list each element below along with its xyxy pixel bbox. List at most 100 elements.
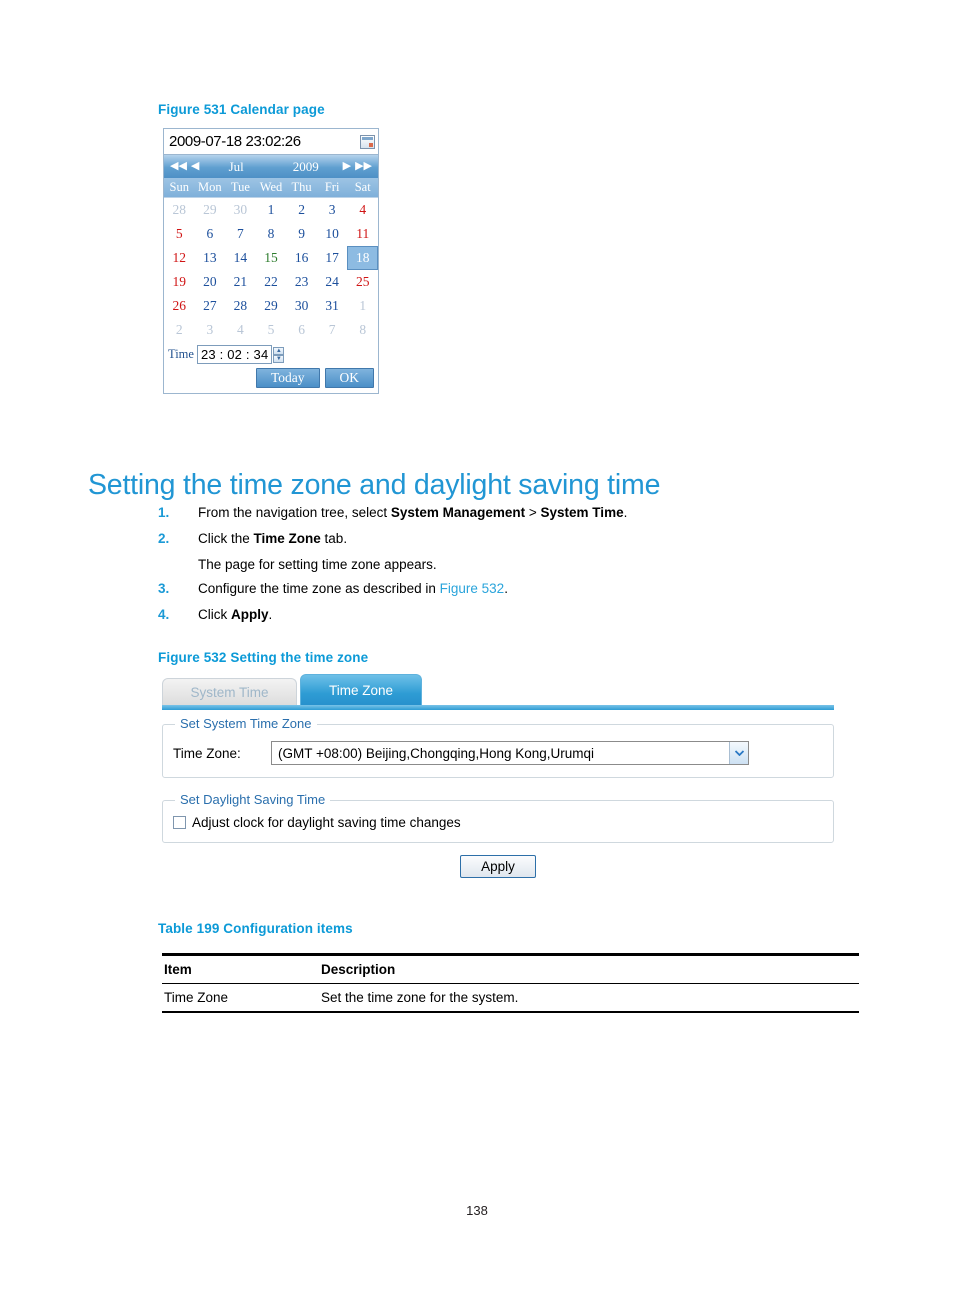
step-text-run: Click	[198, 606, 231, 622]
calendar-day-cell[interactable]: 27	[195, 294, 226, 318]
calendar-day-cell[interactable]: 11	[347, 222, 378, 246]
weekday-wed: Wed	[259, 180, 283, 194]
calendar-day-cell[interactable]: 30	[286, 294, 317, 318]
ok-button[interactable]: OK	[324, 368, 374, 388]
calendar-day-cell[interactable]: 13	[195, 246, 226, 270]
chevron-down-icon[interactable]	[729, 742, 748, 764]
step-text-run: From the navigation tree, select	[198, 505, 391, 520]
calendar-day-cell[interactable]: 14	[225, 246, 256, 270]
time-spinner[interactable]: ▲ ▼	[273, 346, 285, 363]
calendar-day-cell[interactable]: 2	[286, 198, 317, 222]
calendar-day-cell[interactable]: 4	[225, 318, 256, 342]
step-body: Click the Time Zone tab.	[198, 531, 347, 548]
calendar-day-cell[interactable]: 28	[164, 198, 195, 222]
calendar-day-cell[interactable]: 5	[256, 318, 287, 342]
calendar-day-cell[interactable]: 3	[317, 198, 348, 222]
calendar-day-cell[interactable]: 8	[256, 222, 287, 246]
next-year-icon[interactable]: ▶▶	[353, 161, 374, 172]
table-header-row: Item Description	[162, 953, 859, 984]
calendar-day-cell[interactable]: 29	[256, 294, 287, 318]
calendar-day-cell[interactable]: 8	[347, 318, 378, 342]
time-zone-select[interactable]: (GMT +08:00) Beijing,Chongqing,Hong Kong…	[271, 741, 749, 765]
spinner-down-icon[interactable]: ▼	[273, 354, 285, 363]
tab-time-zone[interactable]: Time Zone	[300, 674, 422, 706]
prev-month-icon[interactable]: ◀	[189, 161, 201, 172]
calendar-month-label[interactable]: Jul	[201, 159, 271, 175]
datetime-input[interactable]: 2009-07-18 23:02:26	[167, 133, 360, 150]
set-system-time-zone-fieldset: Set System Time Zone Time Zone: (GMT +08…	[162, 716, 834, 778]
calendar-day-cell[interactable]: 15	[256, 246, 287, 270]
step-emphasis: Time Zone	[253, 530, 321, 546]
time-zone-label: Time Zone:	[173, 745, 241, 761]
step-body: From the navigation tree, select System …	[198, 505, 627, 522]
step-text-run: .	[504, 580, 508, 596]
apply-button[interactable]: Apply	[460, 855, 536, 878]
calendar-day-cell[interactable]: 26	[164, 294, 195, 318]
step-text-run: >	[525, 505, 541, 520]
time-zone-config-panel: System Time Time Zone Set System Time Zo…	[162, 674, 834, 878]
page-title: Setting the time zone and daylight savin…	[88, 469, 661, 502]
calendar-day-cell[interactable]: 29	[195, 198, 226, 222]
apply-button-row: Apply	[162, 855, 834, 878]
table-row: Time Zone Set the time zone for the syst…	[162, 983, 859, 1012]
step-note: The page for setting time zone appears.	[198, 556, 437, 572]
calendar-day-cell[interactable]: 22	[256, 270, 287, 294]
calendar-day-cell[interactable]: 4	[347, 198, 378, 222]
figure-532-caption: Figure 532 Setting the time zone	[158, 650, 369, 665]
calendar-weekday-header: Sun Mon Tue Wed Thu Fri Sat	[164, 178, 378, 198]
calendar-day-cell[interactable]: 1	[256, 198, 287, 222]
calendar-day-cell[interactable]: 21	[225, 270, 256, 294]
calendar-day-cell[interactable]: 20	[195, 270, 226, 294]
calendar-day-cell[interactable]: 1	[347, 294, 378, 318]
calendar-day-cell[interactable]: 18	[347, 246, 378, 270]
calendar-day-cell[interactable]: 23	[286, 270, 317, 294]
today-button[interactable]: Today	[255, 368, 320, 388]
calendar-day-cell[interactable]: 9	[286, 222, 317, 246]
calendar-day-cell[interactable]: 31	[317, 294, 348, 318]
calendar-body: ◀◀ ◀ Jul 2009 ▶ ▶▶ Sun Mon Tue Wed Thu Fri Sat…	[164, 155, 378, 393]
calendar-day-cell[interactable]: 17	[317, 246, 348, 270]
time-input[interactable]: 23 : 02 : 34	[196, 345, 273, 364]
calendar-day-cell[interactable]: 5	[164, 222, 195, 246]
calendar-day-cell[interactable]: 25	[347, 270, 378, 294]
calendar-day-cell[interactable]: 16	[286, 246, 317, 270]
step-emphasis: System Time	[540, 505, 624, 520]
calendar-day-cell[interactable]: 3	[195, 318, 226, 342]
figure-cross-reference-link[interactable]: Figure 532	[440, 581, 505, 596]
dst-checkbox-row[interactable]: Adjust clock for daylight saving time ch…	[173, 815, 823, 830]
dst-checkbox-label: Adjust clock for daylight saving time ch…	[192, 815, 461, 830]
calendar-day-cell[interactable]: 24	[317, 270, 348, 294]
calendar-day-cell[interactable]: 7	[225, 222, 256, 246]
datetime-input-row[interactable]: 2009-07-18 23:02:26	[164, 129, 378, 155]
calendar-day-grid[interactable]: 28 29 30 1 2 3 4 5 6 7 8 9 10 11 12 13 14 15 16 17 18 19 20 21 2…	[164, 198, 378, 342]
calendar-day-cell[interactable]: 7	[317, 318, 348, 342]
table-199-caption: Table 199 Configuration items	[158, 921, 353, 936]
calendar-day-cell[interactable]: 6	[286, 318, 317, 342]
calendar-widget[interactable]: 2009-07-18 23:02:26 ◀◀ ◀ Jul 2009 ▶ ▶▶ S…	[163, 128, 379, 394]
calendar-icon[interactable]	[360, 134, 375, 149]
table-cell-description: Set the time zone for the system.	[319, 983, 859, 1012]
calendar-day-cell[interactable]: 30	[225, 198, 256, 222]
calendar-day-cell[interactable]: 2	[164, 318, 195, 342]
step-body: Configure the time zone as described in …	[198, 581, 508, 598]
step-number: 4.	[158, 606, 170, 622]
calendar-day-cell[interactable]: 12	[164, 246, 195, 270]
table-bottom-rule-row	[162, 1011, 859, 1014]
dst-checkbox[interactable]	[173, 816, 186, 829]
next-month-icon[interactable]: ▶	[341, 161, 353, 172]
spinner-up-icon[interactable]: ▲	[273, 346, 285, 355]
calendar-day-cell[interactable]: 28	[225, 294, 256, 318]
calendar-year-label[interactable]: 2009	[271, 159, 341, 175]
calendar-day-cell[interactable]: 6	[195, 222, 226, 246]
table-header-description: Description	[319, 953, 859, 984]
step-number: 2.	[158, 530, 170, 546]
tab-bar: System Time Time Zone	[162, 674, 834, 710]
prev-year-icon[interactable]: ◀◀	[168, 161, 189, 172]
calendar-nav: ◀◀ ◀ Jul 2009 ▶ ▶▶	[164, 155, 378, 178]
tab-system-time[interactable]: System Time	[162, 678, 297, 706]
calendar-day-cell[interactable]: 19	[164, 270, 195, 294]
page-number: 138	[466, 1203, 488, 1218]
weekday-sun: Sun	[169, 180, 189, 194]
calendar-day-cell[interactable]: 10	[317, 222, 348, 246]
step-item: 4. Click Apply.	[158, 607, 798, 624]
